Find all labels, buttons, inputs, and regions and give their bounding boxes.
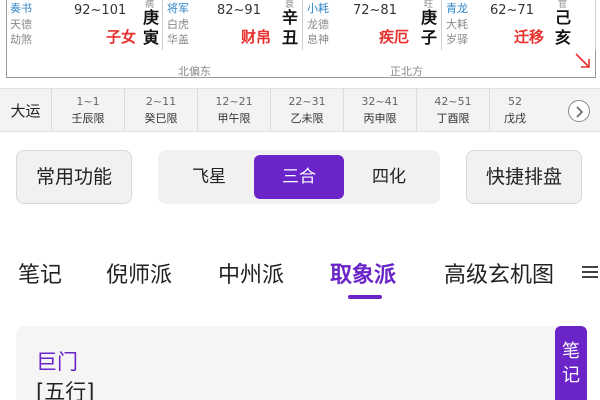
star-title: 巨门 (36, 350, 78, 374)
star-blue: 小耗 (307, 2, 329, 15)
star-low: 华盖 (167, 33, 189, 46)
active-tab-indicator (348, 295, 382, 299)
dayun-item[interactable]: 1~1 壬辰限 (52, 89, 125, 131)
ganzhi: 庚 寅 (142, 8, 160, 48)
star-low: 岁驿 (446, 33, 468, 46)
dayun-range: 32~41 (361, 95, 399, 108)
ganzhi: 辛 丑 (281, 8, 299, 48)
dayun-name: 丙申限 (363, 112, 397, 125)
dayun-name: 乙未限 (290, 112, 324, 125)
age-range: 72~81 (353, 3, 397, 18)
age-range: 92~101 (74, 3, 127, 18)
school-tabs: 笔记 倪师派 中州派 取象派 高级玄机图 (0, 245, 600, 301)
dayun-range: 12~21 (215, 95, 253, 108)
star-blue: 奏书 (10, 2, 32, 15)
star-low: 劫煞 (10, 33, 32, 46)
stem: 庚 (420, 8, 437, 27)
tab-advanced-chart[interactable]: 高级玄机图 (444, 257, 554, 289)
star-mid: 天德 (10, 18, 32, 31)
mode-sanhe[interactable]: 三合 (254, 155, 344, 199)
section-heading: [五行] (36, 380, 95, 400)
dayun-range: 2~11 (145, 95, 177, 108)
arrow-down-right-icon (575, 53, 590, 68)
dayun-range: 42~51 (434, 95, 472, 108)
branch: 寅 (142, 28, 159, 47)
dayun-bar: 大运 1~1 壬辰限 2~11 癸巳限 12~21 甲午限 22~31 乙未限 … (0, 88, 600, 132)
menu-icon[interactable] (582, 264, 598, 280)
star-mid: 龙德 (307, 18, 329, 31)
mode-flying-star[interactable]: 飞星 (164, 155, 254, 199)
branch: 丑 (281, 28, 298, 47)
palace-name: 疾厄 (379, 28, 410, 46)
dayun-item[interactable]: 2~11 癸巳限 (125, 89, 198, 131)
dayun-next-button[interactable] (568, 100, 590, 122)
dayun-name: 癸巳限 (144, 112, 178, 125)
palace-cell[interactable]: 青龙 大耗 岁驿 62~71 迁移 官 己 亥 (442, 0, 596, 50)
direction-label: 北偏东 (178, 65, 211, 78)
ziwei-chart-strip: 奏书 天德 劫煞 92~101 子女 病 庚 寅 将军 白虎 华盖 82~91 … (0, 0, 600, 80)
stem: 己 (554, 8, 571, 27)
star-blue: 青龙 (446, 2, 468, 15)
ganzhi: 己 亥 (554, 8, 572, 48)
star-detail-card: 巨门 [五行] (16, 326, 584, 400)
star-mid: 大耗 (446, 18, 468, 31)
dayun-name: 戊戌 (504, 112, 526, 125)
dayun-name: 甲午限 (217, 112, 251, 125)
quick-chart-button[interactable]: 快捷排盘 (466, 150, 582, 204)
palace-name: 迁移 (514, 28, 545, 46)
age-range: 82~91 (217, 3, 261, 18)
palace-cell[interactable]: 小耗 龙德 息神 72~81 疾厄 旺 庚 子 (303, 0, 442, 50)
stem: 辛 (281, 8, 298, 27)
dayun-range: 22~31 (288, 95, 326, 108)
tab-quxiang-school[interactable]: 取象派 (330, 257, 396, 289)
chevron-right-icon (576, 106, 584, 118)
star-blue: 将军 (167, 2, 189, 15)
dayun-range: 1~1 (76, 95, 100, 108)
dayun-item[interactable]: 42~51 丁酉限 (417, 89, 490, 131)
palace-name: 子女 (106, 28, 137, 46)
age-range: 62~71 (490, 3, 534, 18)
tab-notes[interactable]: 笔记 (18, 257, 62, 289)
note-button[interactable]: 笔记 (555, 326, 587, 400)
palace-name: 财帛 (241, 28, 272, 46)
star-low: 息神 (307, 33, 329, 46)
tab-ni-school[interactable]: 倪师派 (106, 257, 172, 289)
stem: 庚 (142, 8, 159, 27)
palace-cell[interactable]: 将军 白虎 华盖 82~91 财帛 衰 辛 丑 (163, 0, 303, 50)
dayun-name: 壬辰限 (71, 112, 105, 125)
tab-zhongzhou-school[interactable]: 中州派 (218, 257, 284, 289)
dayun-label: 大运 (0, 89, 52, 131)
palace-cell[interactable]: 奏书 天德 劫煞 92~101 子女 病 庚 寅 (6, 0, 163, 50)
dayun-item[interactable]: 12~21 甲午限 (198, 89, 271, 131)
branch: 亥 (554, 28, 571, 47)
star-mid: 白虎 (167, 18, 189, 31)
ganzhi: 庚 子 (420, 8, 438, 48)
mode-segmented-control: 飞星 三合 四化 (158, 150, 440, 204)
branch: 子 (420, 28, 437, 47)
mode-sihua[interactable]: 四化 (344, 155, 434, 199)
direction-label: 正北方 (390, 65, 423, 78)
dayun-item[interactable]: 52 戊戌 (490, 89, 540, 131)
dayun-item[interactable]: 22~31 乙未限 (271, 89, 344, 131)
dayun-item[interactable]: 32~41 丙申限 (344, 89, 417, 131)
common-functions-button[interactable]: 常用功能 (16, 150, 132, 204)
dayun-range: 52 (508, 95, 522, 108)
dayun-name: 丁酉限 (436, 112, 470, 125)
